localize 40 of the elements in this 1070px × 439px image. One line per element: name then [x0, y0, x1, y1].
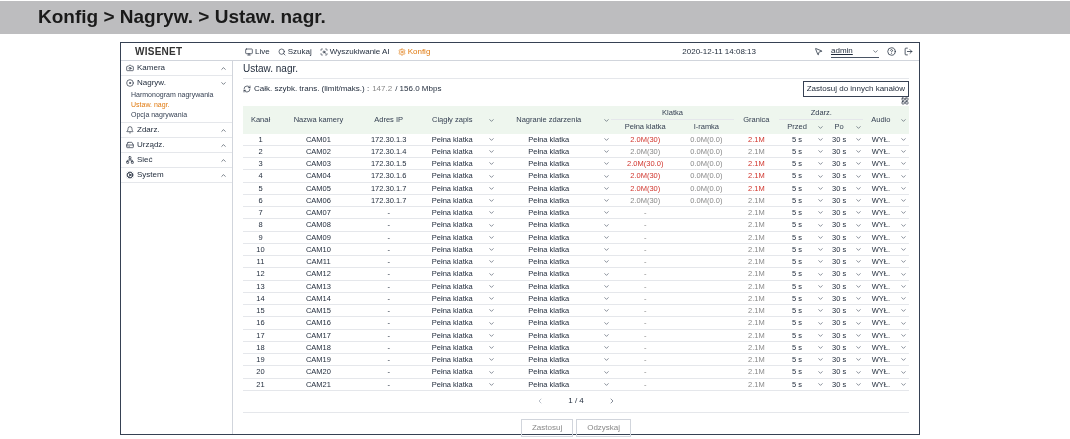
refresh-icon[interactable]	[243, 85, 251, 93]
page-indicator: 1 / 4	[568, 395, 584, 408]
chevron-down-icon	[220, 79, 227, 87]
gear-icon	[126, 171, 134, 179]
sidebar-item[interactable]: Urządz.	[121, 138, 232, 152]
logout-icon[interactable]	[904, 47, 913, 56]
sidebar-item[interactable]: Nagryw.	[121, 76, 232, 90]
nav-tab[interactable]: Szukaj	[277, 45, 312, 58]
breadcrumb: Konfig > Nagryw. > Ustaw. nagr.	[38, 5, 326, 30]
search-icon	[277, 47, 286, 56]
sidebar-item[interactable]: Zdarz.	[121, 123, 232, 137]
bitrate-current: 147.2	[372, 83, 393, 95]
page-title: Ustaw. nagr.	[243, 62, 299, 76]
network-icon	[126, 156, 134, 164]
monitor-icon	[245, 47, 253, 56]
bell-icon	[126, 126, 134, 134]
caret-icon	[872, 47, 879, 55]
grid-icon[interactable]	[901, 97, 909, 105]
sidebar-item[interactable]: Sieć	[121, 153, 232, 167]
nav-tab[interactable]: Wyszukiwanie AI	[319, 45, 390, 58]
sidebar-item[interactable]: Kamera	[121, 61, 232, 75]
settings-icon	[397, 47, 406, 56]
caret-icon[interactable]	[900, 116, 908, 124]
disc-icon	[126, 79, 134, 87]
drive-icon	[126, 141, 134, 149]
pointer-icon[interactable]	[814, 47, 823, 56]
bitrate-max: / 156.0 Mbps	[395, 83, 442, 95]
camera-icon	[126, 64, 134, 72]
help-icon[interactable]	[887, 47, 896, 56]
sidebar-item[interactable]: System	[121, 168, 232, 182]
caret-icon[interactable]	[487, 116, 495, 124]
nav-tab[interactable]: Live	[245, 45, 270, 58]
scan-icon	[319, 47, 328, 56]
chevron-up-icon	[220, 64, 227, 72]
bitrate-label: Całk. szybk. trans. (limit/maks.) :	[254, 83, 370, 95]
apply-to-other-channels-button[interactable]: Zastosuj do innych kanałów	[802, 81, 909, 97]
user-dropdown[interactable]: admin	[831, 45, 879, 58]
datetime: 2020-12-11 14:08:13	[682, 45, 756, 58]
caret-icon[interactable]	[602, 116, 610, 124]
logo: WISENET	[134, 45, 184, 59]
